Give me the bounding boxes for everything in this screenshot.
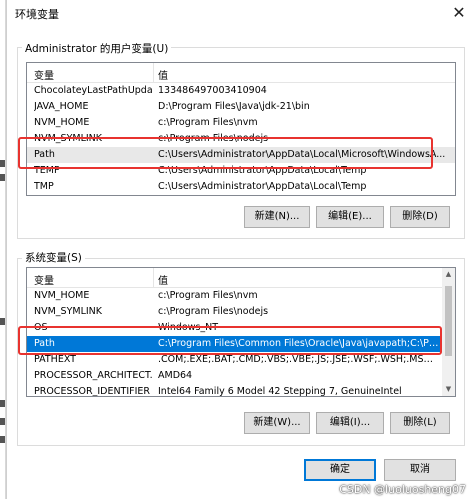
system-new-button[interactable]: 新建(W)...	[244, 412, 310, 434]
system-var-row[interactable]: NVM_SYMLINK c:\Program Files\nodejs	[27, 304, 443, 320]
path-highlight-annotation	[18, 326, 442, 355]
var-value: D:\Program Files\Java\jdk-21\bin	[158, 101, 310, 112]
var-value: c:\Program Files\nvm	[158, 117, 258, 128]
environment-variables-dialog: 环境变量 ✕ Administrator 的用户变量(U) 变量 值 Choco…	[6, 0, 474, 499]
var-name: PROCESSOR_ARCHITECT...	[34, 370, 152, 381]
scroll-down-icon[interactable]: ▼	[442, 383, 455, 396]
system-edit-button[interactable]: 编辑(I)...	[316, 412, 384, 434]
var-name: PATHEXT	[34, 354, 76, 365]
background-glyph	[0, 400, 5, 407]
background-glyph	[0, 174, 5, 181]
user-delete-button[interactable]: 删除(D)	[390, 206, 450, 228]
path-highlight-annotation	[18, 137, 433, 169]
var-value: c:\Program Files\nvm	[158, 290, 258, 301]
system-delete-button[interactable]: 删除(L)	[390, 412, 450, 434]
system-var-row[interactable]: PROCESSOR_ARCHITECT... AMD64	[27, 368, 443, 384]
system-var-row[interactable]: NVM_HOME c:\Program Files\nvm	[27, 288, 443, 304]
column-header-variable[interactable]: 变量	[34, 272, 54, 287]
column-header-value[interactable]: 值	[158, 67, 168, 82]
system-vars-label: 系统变量(S)	[22, 250, 85, 265]
user-vars-header: 变量 值	[27, 63, 455, 83]
user-edit-button[interactable]: 编辑(E)...	[316, 206, 384, 228]
user-var-row[interactable]: ChocolateyLastPathUpdate 1334864970034109…	[27, 83, 455, 99]
user-var-row[interactable]: TMP C:\Users\Administrator\AppData\Local\…	[27, 179, 455, 195]
system-vars-header: 变量 值	[27, 268, 455, 288]
user-new-button[interactable]: 新建(N)...	[244, 206, 310, 228]
scrollbar-thumb[interactable]	[445, 286, 452, 356]
column-separator[interactable]	[153, 63, 154, 83]
var-value: 133486497003410904	[158, 85, 267, 96]
column-header-variable[interactable]: 变量	[34, 67, 54, 82]
var-name: PROCESSOR_IDENTIFIER	[34, 386, 151, 397]
var-name: NVM_HOME	[34, 117, 90, 128]
background-glyph	[0, 160, 5, 167]
var-value: c:\Program Files\nodejs	[158, 306, 269, 317]
title-bar[interactable]: 环境变量 ✕	[7, 0, 474, 26]
var-value: .COM;.EXE;.BAT;.CMD;.VBS;.VBE;.JS;.JSE;.…	[158, 354, 439, 365]
user-vars-list[interactable]: 变量 值 ChocolateyLastPathUpdate 13348649700…	[26, 62, 456, 196]
column-header-value[interactable]: 值	[158, 272, 168, 287]
close-icon[interactable]: ✕	[449, 3, 469, 23]
var-value: AMD64	[158, 370, 193, 381]
watermark: CSDN @luoluosheng07	[339, 483, 466, 496]
var-value: C:\Users\Administrator\AppData\Local\Tem…	[158, 181, 367, 192]
background-glyph	[0, 436, 5, 443]
window-title: 环境变量	[15, 8, 59, 21]
cancel-button[interactable]: 取消	[384, 459, 456, 481]
user-vars-label: Administrator 的用户变量(U)	[22, 41, 172, 56]
system-var-row[interactable]: PROCESSOR_IDENTIFIER Intel64 Family 6 Mod…	[27, 384, 443, 397]
var-name: ChocolateyLastPathUpdate	[34, 85, 152, 96]
var-name: NVM_HOME	[34, 290, 90, 301]
system-vars-scrollbar[interactable]: ▲ ▼	[442, 268, 455, 396]
var-name: NVM_SYMLINK	[34, 306, 103, 317]
ok-button[interactable]: 确定	[304, 459, 376, 481]
column-separator[interactable]	[153, 268, 154, 288]
var-value: Intel64 Family 6 Model 42 Stepping 7, Ge…	[158, 386, 402, 397]
var-name: JAVA_HOME	[34, 101, 89, 112]
scroll-up-icon[interactable]: ▲	[442, 268, 455, 281]
background-glyph	[0, 318, 5, 325]
user-var-row[interactable]: NVM_HOME c:\Program Files\nvm	[27, 115, 455, 131]
var-name: TMP	[34, 181, 54, 192]
user-var-row[interactable]: JAVA_HOME D:\Program Files\Java\jdk-21\bi…	[27, 99, 455, 115]
background-glyph	[0, 418, 5, 425]
